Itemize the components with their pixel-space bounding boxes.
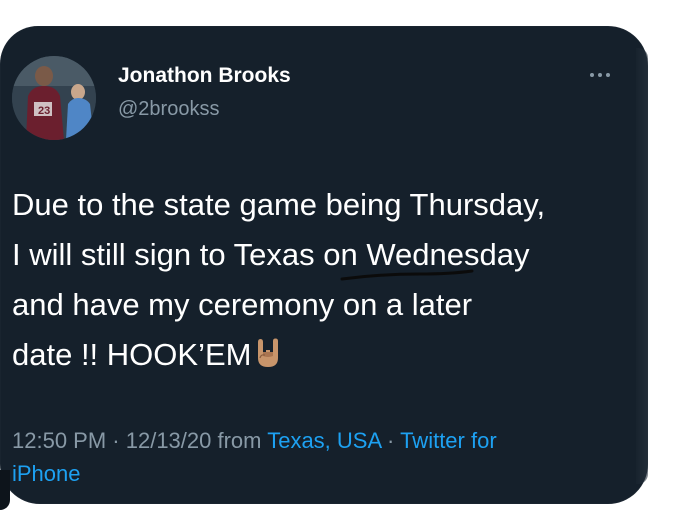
hook-em-horns-icon: [255, 333, 281, 383]
meta-separator: ·: [106, 428, 126, 453]
dot-icon: [598, 73, 602, 77]
screenshot-frame: 23 Jonathon Brooks @2brookss Due to the …: [0, 0, 681, 526]
card-edge-shadow: [636, 48, 648, 484]
tweet-meta: 12:50 PM · 12/13/20 from Texas, USA · Tw…: [12, 424, 622, 490]
tweet-text-line-last: date !! HOOK’EM: [12, 330, 632, 383]
meta-separator: ·: [380, 428, 401, 453]
tweet-time[interactable]: 12:50 PM: [12, 428, 106, 453]
tweet-text-line: date !! HOOK’EM: [12, 337, 252, 372]
tweet-text-line: I will still sign to Texas on Wednesday: [12, 237, 530, 272]
tweet-text: Due to the state game being Thursday, I …: [12, 180, 632, 383]
avatar-photo: 23: [12, 56, 96, 140]
tweet-location-link[interactable]: Texas, USA: [267, 428, 381, 453]
tweet-text-line: Due to the state game being Thursday,: [12, 187, 546, 222]
profile-avatar[interactable]: 23: [12, 56, 96, 140]
tweet-date[interactable]: 12/13/20: [126, 428, 212, 453]
tweet-source-link-cont[interactable]: iPhone: [12, 461, 81, 486]
dot-icon: [590, 73, 594, 77]
author-name[interactable]: Jonathon Brooks: [118, 64, 291, 88]
tweet-source-link[interactable]: Twitter for: [400, 428, 497, 453]
tweet-text-line: and have my ceremony on a later: [12, 287, 473, 322]
card-corner-shadow: [0, 470, 10, 510]
author-handle[interactable]: @2brookss: [118, 98, 219, 121]
svg-text:23: 23: [38, 105, 50, 117]
meta-from: from: [211, 428, 268, 453]
more-options-icon[interactable]: [590, 70, 616, 80]
dot-icon: [606, 73, 610, 77]
